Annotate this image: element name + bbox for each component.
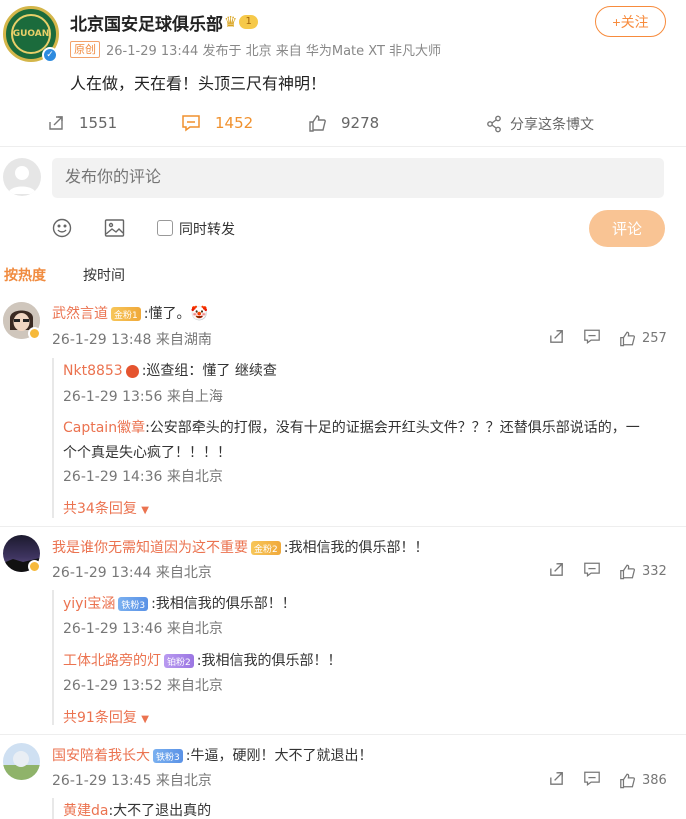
- post-text: 人在做，天在看！头顶三尺有神明！: [70, 74, 327, 93]
- crown-icon: ♛: [224, 13, 238, 31]
- commenter-avatar[interactable]: [3, 743, 40, 780]
- reply-item: 黄建da:大不了退出真的: [63, 803, 212, 819]
- comment-button[interactable]: 1452: [181, 114, 253, 132]
- follow-button[interactable]: +关注: [595, 6, 666, 37]
- comment-actions: 386: [530, 770, 667, 791]
- reply-meta: 26-1-29 13:46 来自北京: [63, 621, 223, 637]
- caret-down-icon: ▼: [141, 714, 149, 725]
- more-replies-link[interactable]: 共91条回复 ▼: [63, 707, 149, 727]
- comment-text: :我相信我的俱乐部！！: [283, 540, 429, 556]
- commenter-name[interactable]: 我是谁你无需知道因为这不重要: [52, 540, 248, 556]
- reply-item: yiyi宝涵 铁粉3:我相信我的俱乐部！！: [63, 596, 296, 612]
- comment-icon[interactable]: [583, 328, 601, 349]
- emoji-icon[interactable]: [52, 218, 72, 242]
- comment-icon[interactable]: [583, 770, 601, 791]
- reply-thread-bar: [52, 358, 54, 518]
- comment-actions: 257: [530, 328, 667, 349]
- comment-icon[interactable]: [583, 561, 601, 582]
- level-badge: ♛ 1: [224, 13, 258, 31]
- thumbs-up-icon[interactable]: 257: [619, 330, 667, 347]
- original-tag: 原创: [70, 41, 100, 58]
- repost-icon[interactable]: [548, 328, 565, 349]
- comment-text: :牛逼，硬刚！大不了就退出！: [185, 748, 373, 764]
- comment-3-line: 国安陪着我长大 铁粉3:牛逼，硬刚！大不了就退出！: [52, 745, 372, 765]
- fan-badge: 金粉2: [251, 541, 281, 555]
- comment-input[interactable]: [52, 158, 664, 198]
- divider: [0, 734, 686, 735]
- repost-icon[interactable]: [548, 770, 565, 791]
- comment-2-line: 我是谁你无需知道因为这不重要 金粉2:我相信我的俱乐部！！: [52, 537, 428, 557]
- commenter-name[interactable]: 武然言道: [52, 306, 108, 322]
- image-icon[interactable]: [104, 218, 125, 242]
- like-button[interactable]: 9278: [308, 114, 379, 132]
- sort-by-time-tab[interactable]: 按时间: [83, 265, 125, 285]
- comment-1-line: 武然言道 金粉1:懂了。🤡: [52, 303, 208, 323]
- fan-badge: 铁粉3: [153, 749, 183, 763]
- share-button[interactable]: 分享这条博文: [486, 114, 594, 134]
- reply-meta: 26-1-29 13:52 来自北京: [63, 678, 223, 694]
- fan-badge: 铂粉2: [164, 654, 194, 668]
- reply-item: Nkt8853:巡查组：懂了 继续查: [63, 363, 277, 379]
- reply-author[interactable]: 黄建da: [63, 803, 108, 819]
- reply-meta: 26-1-29 14:36 来自北京: [63, 469, 223, 485]
- commenter-name[interactable]: 国安陪着我长大: [52, 748, 150, 764]
- comment-icon: [182, 115, 200, 132]
- fan-verify-icon: [28, 560, 41, 573]
- caret-down-icon: ▼: [141, 505, 149, 516]
- more-replies-link[interactable]: 共34条回复 ▼: [63, 498, 149, 518]
- comment-text: :懂了。🤡: [143, 306, 208, 322]
- divider: [0, 146, 686, 147]
- reply-author[interactable]: 工体北路旁的灯: [63, 653, 161, 669]
- reply-meta: 26-1-29 13:56 来自上海: [63, 389, 223, 405]
- comment-meta: 26-1-29 13:45 来自北京: [52, 773, 212, 789]
- submit-comment-button[interactable]: 评论: [589, 210, 665, 247]
- reply-author[interactable]: Nkt8853: [63, 363, 123, 379]
- my-avatar: [3, 158, 41, 196]
- fan-verify-icon: [28, 327, 41, 340]
- reply-author[interactable]: Captain徽章: [63, 420, 145, 436]
- reply-item: Captain徽章:公安部牵头的打假，没有十足的证据会开红头文件？？？还替俱乐部…: [63, 420, 640, 461]
- share-icon: [487, 115, 501, 133]
- vip-icon: [125, 364, 139, 378]
- repost-button[interactable]: 1551: [47, 114, 117, 132]
- repost-icon: [49, 116, 63, 130]
- comment-actions: 332: [530, 561, 667, 582]
- thumbs-up-icon: [309, 115, 326, 132]
- reply-author[interactable]: yiyi宝涵: [63, 596, 115, 612]
- repost-checkbox[interactable]: [157, 220, 173, 236]
- comment-meta: 26-1-29 13:48 来自湖南: [52, 332, 212, 348]
- reply-item: 工体北路旁的灯 铂粉2:我相信我的俱乐部！！: [63, 653, 342, 669]
- repost-icon[interactable]: [548, 561, 565, 582]
- comment-meta: 26-1-29 13:44 来自北京: [52, 565, 212, 581]
- author-name[interactable]: 北京国安足球俱乐部: [70, 10, 223, 35]
- reply-thread-bar: [52, 798, 54, 819]
- fan-badge: 铁粉3: [118, 597, 149, 611]
- post-meta: 原创 26-1-29 13:44 发布于 北京 来自 华为Mate XT 非凡大师: [70, 40, 441, 59]
- sort-by-hot-tab[interactable]: 按热度: [4, 265, 46, 285]
- fan-badge: 金粉1: [111, 307, 141, 321]
- thumbs-up-icon[interactable]: 332: [619, 563, 667, 580]
- repost-checkbox-label[interactable]: 同时转发: [179, 219, 235, 239]
- thumbs-up-icon[interactable]: 386: [619, 772, 667, 789]
- divider: [0, 526, 686, 527]
- reply-thread-bar: [52, 590, 54, 725]
- verified-badge-icon: ✓: [42, 47, 58, 63]
